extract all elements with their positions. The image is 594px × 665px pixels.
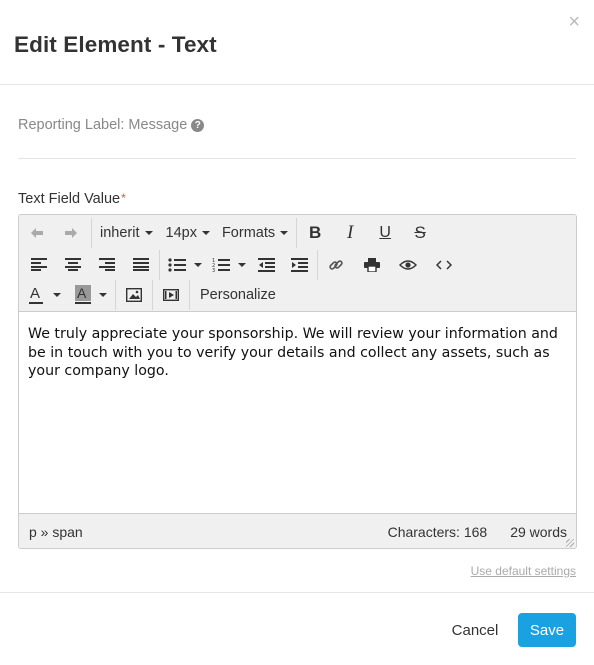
undo-icon[interactable]	[22, 219, 52, 247]
image-icon[interactable]	[119, 281, 149, 309]
editor-toolbar: inherit 14px Formats B I U S 1 2 3 A A P…	[19, 215, 576, 312]
toolbar-row-2: 123	[19, 249, 576, 280]
underline-icon[interactable]: U	[370, 219, 400, 247]
link-icon[interactable]	[321, 251, 351, 279]
toolbar-divider	[152, 279, 153, 310]
italic-icon[interactable]: I	[335, 219, 365, 247]
toolbar-divider	[91, 217, 92, 248]
indent-icon[interactable]	[284, 251, 314, 279]
background-color-icon[interactable]: A	[70, 281, 112, 309]
formats-menu[interactable]: Formats	[217, 219, 293, 247]
rich-text-editor: inherit 14px Formats B I U S 1 2 3 A A P…	[18, 214, 577, 549]
toolbar-divider	[115, 279, 116, 310]
bold-icon[interactable]: B	[300, 219, 330, 247]
personalize-button[interactable]: Personalize	[195, 281, 281, 309]
save-button[interactable]: Save	[518, 613, 576, 647]
toolbar-divider	[296, 217, 298, 248]
field-label: Text Field Value*	[18, 191, 126, 207]
redo-icon[interactable]	[56, 219, 86, 247]
toolbar-divider	[317, 249, 318, 280]
toolbar-divider	[159, 249, 160, 280]
align-center-icon[interactable]	[58, 251, 88, 279]
use-default-settings-link[interactable]: Use default settings	[471, 564, 576, 578]
align-right-icon[interactable]	[92, 251, 122, 279]
character-count: Characters: 168	[387, 523, 488, 540]
help-icon[interactable]: ?	[191, 118, 205, 132]
align-justify-icon[interactable]	[126, 251, 156, 279]
font-size-select[interactable]: 14px	[161, 219, 215, 247]
svg-text:3: 3	[212, 268, 215, 272]
reporting-label-text: Reporting Label: Message	[18, 117, 188, 133]
outdent-icon[interactable]	[251, 251, 281, 279]
preview-icon[interactable]	[393, 251, 423, 279]
font-family-select[interactable]: inherit	[95, 219, 158, 247]
print-icon[interactable]	[357, 251, 387, 279]
word-count: 29 words	[510, 523, 567, 540]
toolbar-row-1: inherit 14px Formats B I U S	[19, 217, 576, 248]
editor-statusbar: p » span Characters: 168 29 words	[19, 513, 576, 548]
close-icon[interactable]: ×	[568, 12, 580, 32]
reporting-label: Reporting Label: Message ?	[18, 117, 205, 133]
element-path[interactable]: p » span	[29, 524, 388, 540]
text-color-icon[interactable]: A	[24, 281, 66, 309]
editor-content[interactable]: We truly appreciate your sponsorship. We…	[19, 312, 576, 513]
required-marker: *	[121, 191, 126, 205]
source-code-icon[interactable]	[429, 251, 459, 279]
cancel-button[interactable]: Cancel	[446, 614, 504, 646]
media-icon[interactable]	[156, 281, 186, 309]
align-left-icon[interactable]	[24, 251, 54, 279]
divider	[18, 158, 576, 159]
field-label-text: Text Field Value	[18, 191, 121, 207]
modal-header: Edit Element - Text	[0, 0, 594, 85]
numbered-list-icon[interactable]: 123	[207, 251, 251, 279]
modal-title: Edit Element - Text	[14, 32, 217, 57]
toolbar-divider	[189, 279, 190, 310]
toolbar-row-3: A A Personalize	[19, 279, 576, 310]
bullet-list-icon[interactable]	[163, 251, 207, 279]
resize-handle-icon[interactable]	[566, 539, 574, 547]
footer-divider	[0, 592, 594, 593]
strikethrough-icon[interactable]: S	[405, 219, 435, 247]
